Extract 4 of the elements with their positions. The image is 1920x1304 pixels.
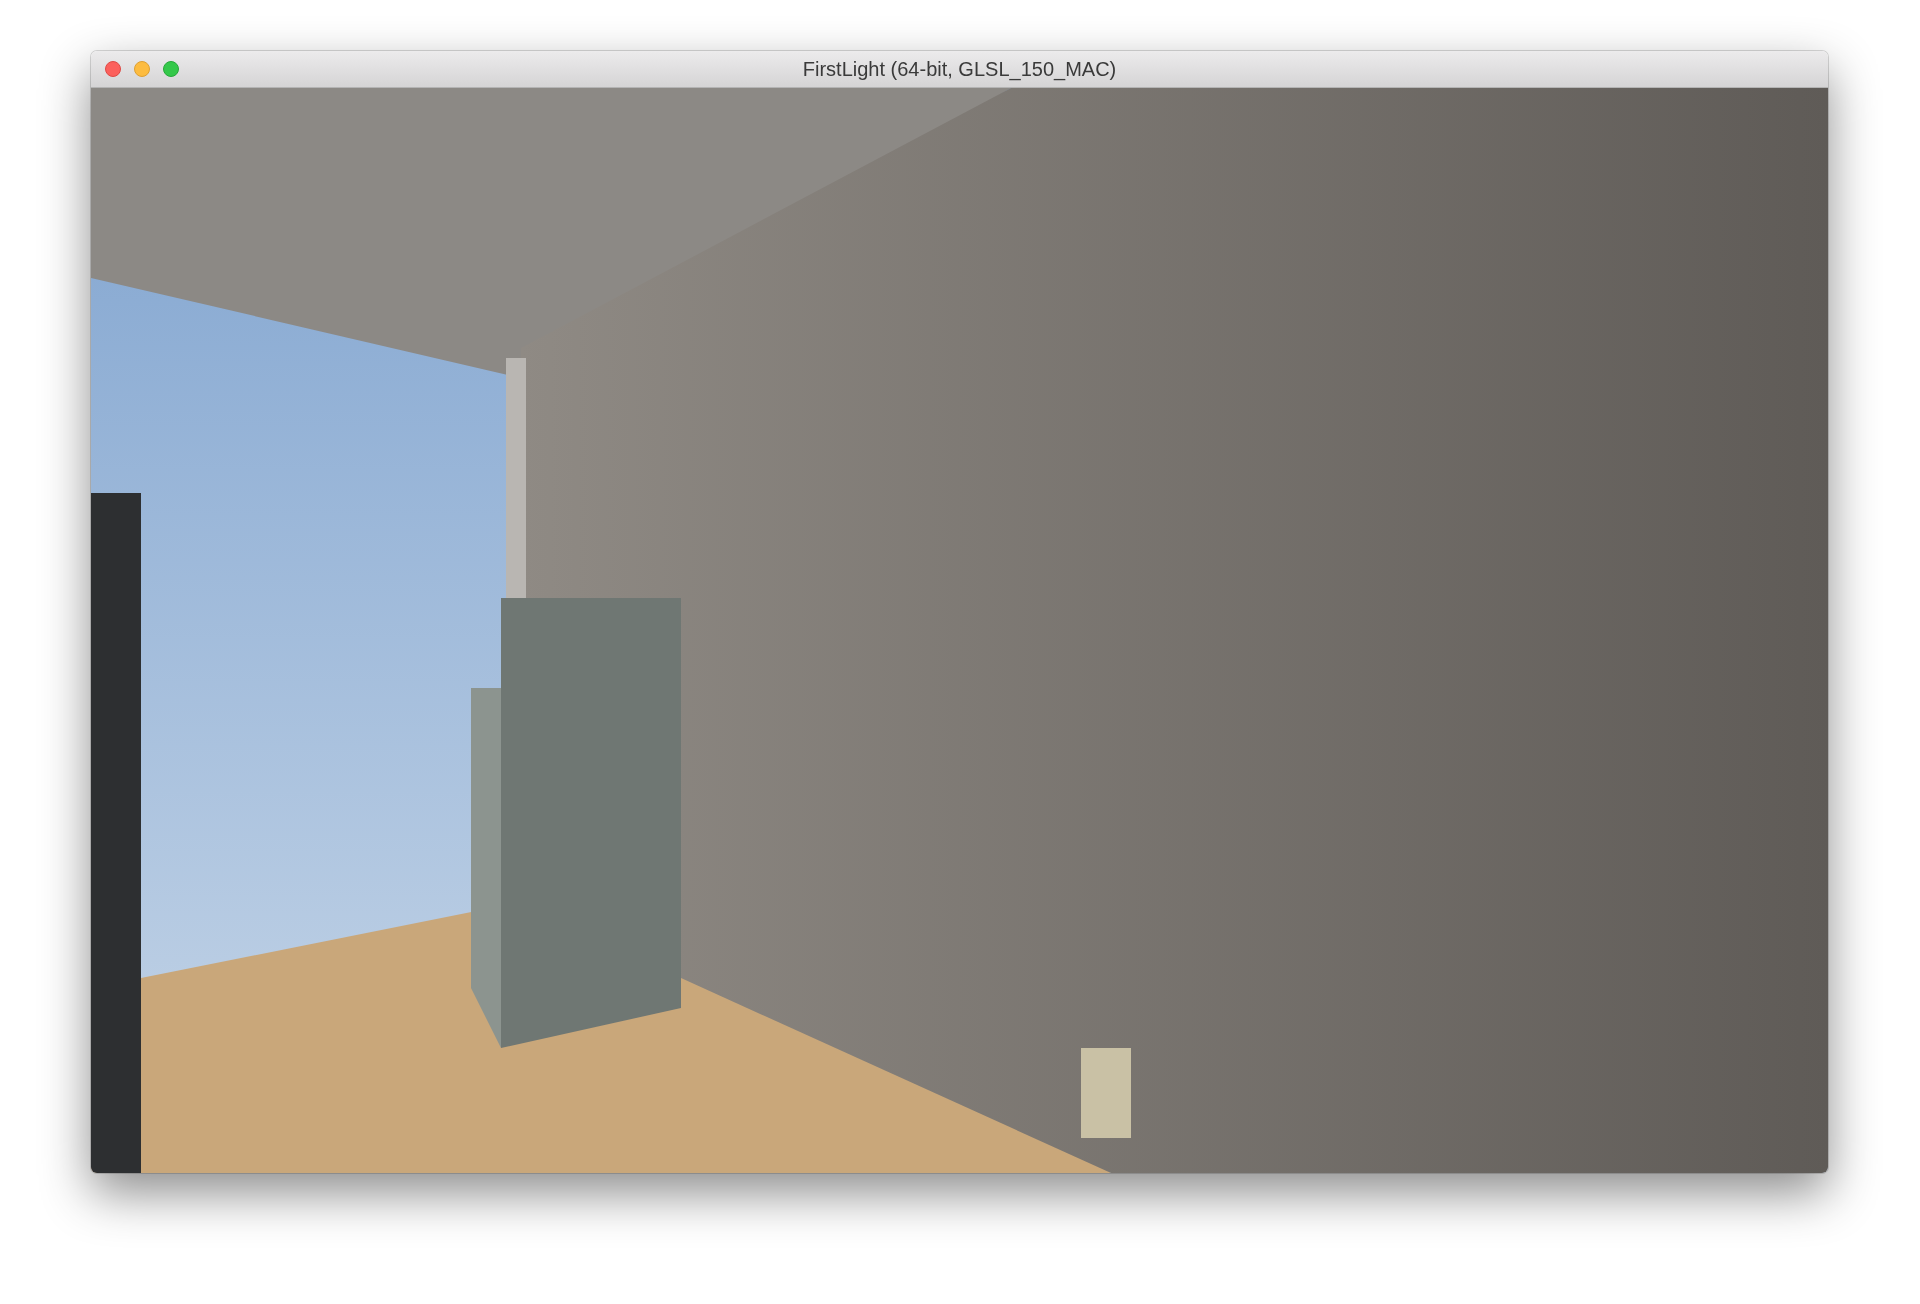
zoom-button[interactable]: [163, 61, 179, 77]
window-title: FirstLight (64-bit, GLSL_150_MAC): [802, 57, 1117, 80]
close-button[interactable]: [105, 61, 121, 77]
minimize-button[interactable]: [134, 61, 150, 77]
